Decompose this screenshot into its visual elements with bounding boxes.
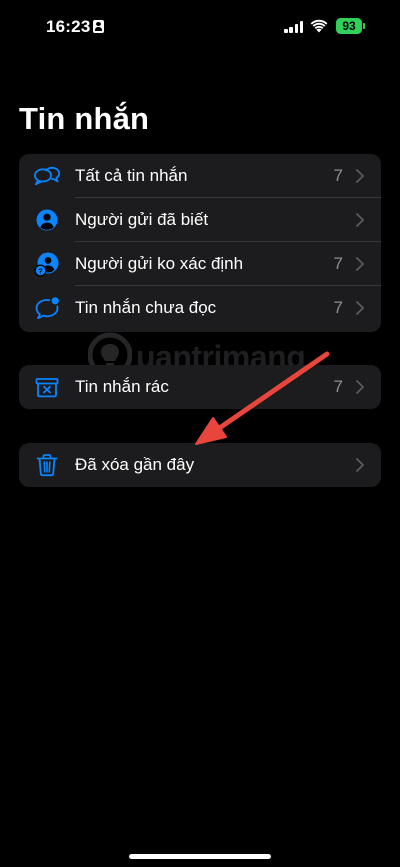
svg-text:?: ?: [38, 266, 43, 275]
home-indicator[interactable]: [129, 854, 271, 859]
filter-unknown-senders[interactable]: ? Người gửi ko xác định 7: [19, 242, 381, 286]
status-bar: 16:23 93: [0, 0, 400, 54]
junk-icon: [35, 378, 59, 398]
filter-unread-messages-count: 7: [333, 298, 343, 317]
focus-mode-icon: [93, 20, 104, 33]
cellular-signal-icon: [284, 20, 304, 33]
unread-message-icon: [35, 297, 59, 320]
filter-unread-messages-label: Tin nhắn chưa đọc: [75, 298, 217, 317]
filter-known-senders-label: Người gửi đã biết: [75, 210, 209, 229]
chevron-right-icon: [356, 257, 364, 271]
junk-messages-row[interactable]: Tin nhắn rác 7: [19, 365, 381, 409]
chevron-right-icon: [356, 458, 364, 472]
recently-deleted-group: Đã xóa gần đây: [19, 443, 381, 487]
battery-level: 93: [336, 18, 362, 34]
filter-all-messages[interactable]: Tất cả tin nhắn 7: [19, 154, 381, 198]
wifi-icon: [310, 19, 328, 33]
filter-all-messages-count: 7: [333, 166, 343, 185]
chevron-right-icon: [356, 169, 364, 183]
all-messages-icon: [34, 166, 61, 186]
filters-group: Tất cả tin nhắn 7 Người gửi đã biết ? Ng…: [19, 154, 381, 332]
filter-unread-messages[interactable]: Tin nhắn chưa đọc 7: [19, 286, 381, 330]
junk-messages-count: 7: [333, 377, 343, 396]
chevron-right-icon: [356, 301, 364, 315]
chevron-right-icon: [356, 380, 364, 394]
filter-known-senders[interactable]: Người gửi đã biết: [19, 198, 381, 242]
trash-icon: [36, 454, 58, 477]
recently-deleted-row[interactable]: Đã xóa gần đây: [19, 443, 381, 487]
filter-unknown-senders-count: 7: [333, 254, 343, 273]
status-time: 16:23: [46, 17, 91, 36]
filter-unknown-senders-label: Người gửi ko xác định: [75, 254, 244, 273]
junk-group: Tin nhắn rác 7: [19, 365, 381, 409]
filter-all-messages-label: Tất cả tin nhắn: [75, 166, 188, 185]
junk-messages-label: Tin nhắn rác: [75, 377, 169, 396]
page-title: Tin nhắn: [19, 101, 150, 136]
battery-icon: 93: [336, 18, 365, 34]
known-sender-icon: [36, 209, 58, 231]
unknown-sender-icon: ?: [34, 252, 59, 277]
chevron-right-icon: [356, 213, 364, 227]
recently-deleted-label: Đã xóa gần đây: [75, 455, 195, 474]
